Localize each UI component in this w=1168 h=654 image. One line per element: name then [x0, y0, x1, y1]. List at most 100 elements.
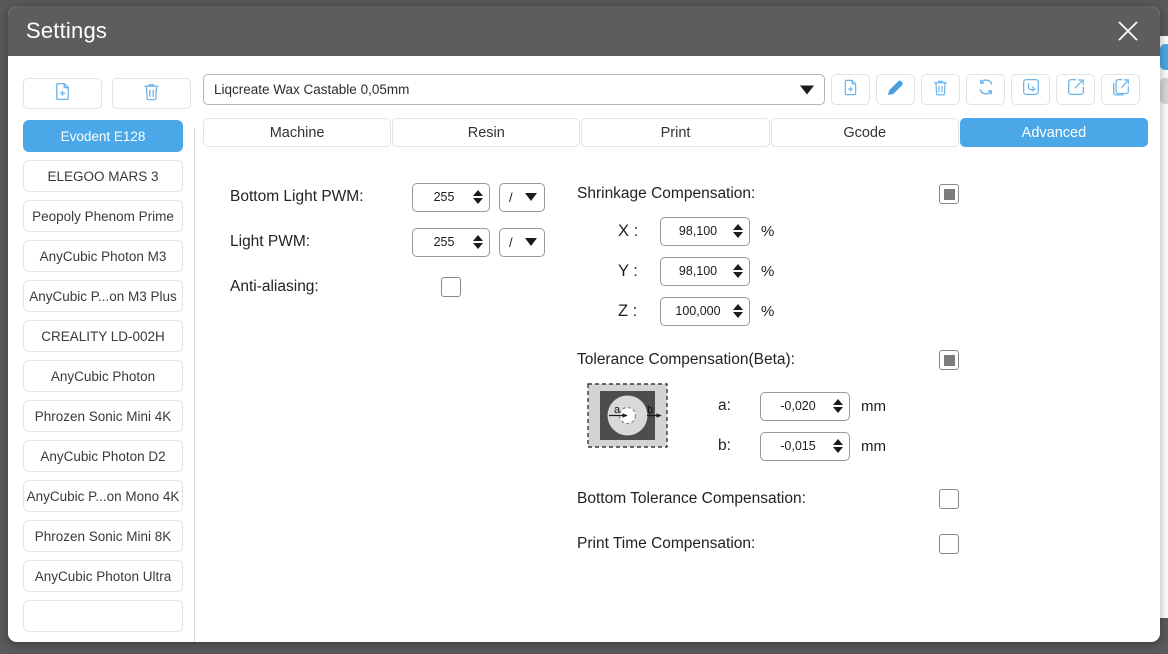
- printer-list-item[interactable]: AnyCubic Photon Ultra: [23, 560, 183, 592]
- printer-list-item[interactable]: ELEGOO MARS 3: [23, 160, 183, 192]
- printer-list-item-label: ELEGOO MARS 3: [47, 168, 159, 184]
- file-plus-icon: [841, 78, 860, 102]
- pencil-icon: [886, 78, 905, 102]
- bottom-light-pwm-unit-select[interactable]: /: [499, 182, 545, 212]
- stepper-down-icon[interactable]: [473, 243, 483, 249]
- stepper-down-icon[interactable]: [833, 407, 843, 413]
- tab-resin[interactable]: Resin: [392, 118, 581, 147]
- bottom-tolerance-compensation-checkbox[interactable]: [939, 488, 959, 509]
- stepper-up-icon[interactable]: [833, 439, 843, 445]
- anti-aliasing-row: Anti-aliasing:: [230, 267, 560, 307]
- tab-label: Advanced: [1021, 124, 1087, 141]
- resin-profile-dropdown[interactable]: Liqcreate Wax Castable 0,05mm: [203, 74, 825, 105]
- printer-list-item[interactable]: AnyCubic P...on M3 Plus: [23, 280, 183, 312]
- tab-advanced[interactable]: Advanced: [959, 118, 1149, 147]
- add-resin-button[interactable]: [831, 74, 870, 105]
- print-time-compensation-label: Print Time Compensation:: [577, 534, 756, 552]
- printer-list-item[interactable]: [23, 600, 183, 632]
- stepper-up-icon[interactable]: [733, 304, 743, 310]
- tolerance-compensation-checkbox[interactable]: [939, 350, 959, 370]
- stepper-arrows-icon[interactable]: [473, 190, 483, 204]
- export-resin-button[interactable]: [1056, 74, 1095, 105]
- stepper-arrows-icon[interactable]: [733, 304, 743, 318]
- tab-label: Machine: [269, 124, 325, 141]
- stepper-up-icon[interactable]: [473, 190, 483, 196]
- shrinkage-compensation-checkbox[interactable]: [939, 184, 959, 204]
- print-time-compensation-row: Print Time Compensation:: [577, 521, 977, 566]
- printer-list-item-label: Phrozen Sonic Mini 8K: [34, 528, 172, 544]
- close-button[interactable]: [1096, 6, 1160, 56]
- stepper-down-icon[interactable]: [733, 272, 743, 278]
- printer-list-item[interactable]: Evodent E128: [23, 120, 183, 152]
- bottom-light-pwm-unit-value: /: [509, 189, 513, 205]
- export-all-resin-button[interactable]: [1101, 74, 1140, 105]
- stepper-down-icon[interactable]: [733, 232, 743, 238]
- shrinkage-z-stepper[interactable]: 100,000: [660, 296, 750, 326]
- export-copy-icon: [1111, 77, 1131, 102]
- stepper-down-icon[interactable]: [733, 312, 743, 318]
- background-grey-item: [1160, 78, 1168, 104]
- tolerance-inputs: a: -0,020 mm b: -0,015 mm: [718, 383, 886, 466]
- print-time-compensation-checkbox[interactable]: [939, 533, 959, 554]
- tolerance-b-stepper[interactable]: -0,015: [760, 431, 850, 461]
- printer-list[interactable]: Evodent E128 ELEGOO MARS 3 Peopoly Phenom …: [23, 120, 183, 642]
- printer-list-item-label: AnyCubic Photon M3: [39, 248, 167, 264]
- refresh-resin-button[interactable]: [966, 74, 1005, 105]
- import-resin-button[interactable]: [1011, 74, 1050, 105]
- printer-list-item[interactable]: AnyCubic Photon: [23, 360, 183, 392]
- printer-list-item[interactable]: Phrozen Sonic Mini 8K: [23, 520, 183, 552]
- settings-content: Liqcreate Wax Castable 0,05mm Machine Re…: [203, 56, 1160, 642]
- tolerance-a-row: a: -0,020 mm: [718, 386, 886, 426]
- shrinkage-y-stepper[interactable]: 98,100: [660, 256, 750, 286]
- anti-aliasing-checkbox[interactable]: [441, 277, 461, 297]
- new-profile-button[interactable]: [23, 78, 102, 109]
- settings-tabs[interactable]: Machine Resin Print Gcode Advanced: [203, 118, 1149, 147]
- printer-list-item-label: Phrozen Sonic Mini 4K: [34, 408, 172, 424]
- printer-list-item[interactable]: AnyCubic Photon M3: [23, 240, 183, 272]
- shrinkage-compensation-row: Shrinkage Compensation:: [577, 177, 977, 211]
- tolerance-a-label: a:: [718, 397, 731, 414]
- tab-print[interactable]: Print: [581, 118, 770, 147]
- stepper-down-icon[interactable]: [833, 447, 843, 453]
- printer-list-item[interactable]: CREALITY LD-002H: [23, 320, 183, 352]
- printer-list-item-label: CREALITY LD-002H: [41, 328, 165, 344]
- tolerance-compensation-label: Tolerance Compensation(Beta):: [577, 351, 795, 368]
- tab-machine[interactable]: Machine: [203, 118, 392, 147]
- shrinkage-x-stepper[interactable]: 98,100: [660, 216, 750, 246]
- tab-gcode[interactable]: Gcode: [770, 118, 959, 147]
- refresh-icon: [976, 77, 996, 102]
- printer-list-item[interactable]: AnyCubic P...on Mono 4K: [23, 480, 183, 512]
- light-pwm-unit-select[interactable]: /: [499, 227, 545, 257]
- stepper-arrows-icon[interactable]: [733, 224, 743, 238]
- printer-list-item-label: AnyCubic Photon D2: [40, 448, 166, 464]
- stepper-up-icon[interactable]: [473, 235, 483, 241]
- export-arrow-icon: [1066, 77, 1086, 102]
- bottom-light-pwm-row: Bottom Light PWM: 255 /: [230, 177, 560, 217]
- tolerance-a-unit: mm: [861, 397, 886, 415]
- stepper-arrows-icon[interactable]: [733, 264, 743, 278]
- stepper-up-icon[interactable]: [733, 224, 743, 230]
- tolerance-a-stepper[interactable]: -0,020: [760, 391, 850, 421]
- edit-resin-button[interactable]: [876, 74, 915, 105]
- stepper-up-icon[interactable]: [833, 399, 843, 405]
- stepper-up-icon[interactable]: [733, 264, 743, 270]
- printer-list-item[interactable]: AnyCubic Photon D2: [23, 440, 183, 472]
- light-pwm-label: Light PWM:: [230, 233, 311, 250]
- printer-list-item-label: AnyCubic Photon Ultra: [34, 568, 172, 584]
- light-pwm-value: 255: [433, 235, 455, 249]
- printer-list-item[interactable]: Phrozen Sonic Mini 4K: [23, 400, 183, 432]
- delete-resin-button[interactable]: [921, 74, 960, 105]
- printer-list-item[interactable]: Peopoly Phenom Prime: [23, 200, 183, 232]
- bottom-light-pwm-stepper[interactable]: 255: [412, 182, 490, 212]
- tolerance-a-value: -0,020: [780, 399, 816, 413]
- bottom-light-pwm-value: 255: [433, 190, 455, 204]
- stepper-arrows-icon[interactable]: [833, 399, 843, 413]
- tab-label: Gcode: [843, 124, 887, 141]
- light-pwm-stepper[interactable]: 255: [412, 227, 490, 257]
- stepper-down-icon[interactable]: [473, 198, 483, 204]
- printer-list-item-label: AnyCubic Photon: [50, 368, 156, 384]
- printer-list-item-label: AnyCubic P...on M3 Plus: [29, 288, 177, 304]
- stepper-arrows-icon[interactable]: [473, 235, 483, 249]
- delete-profile-button[interactable]: [112, 78, 191, 109]
- stepper-arrows-icon[interactable]: [833, 439, 843, 453]
